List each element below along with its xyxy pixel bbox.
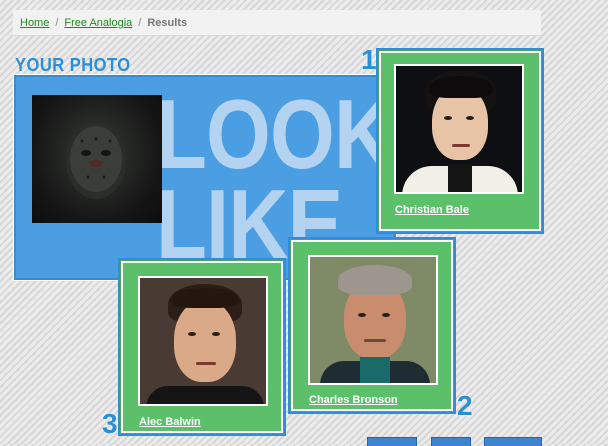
breadcrumb-free-analogia-link[interactable]: Free Analogia (64, 17, 132, 29)
bottom-button-2[interactable] (431, 437, 471, 446)
bottom-button-3[interactable] (484, 437, 542, 446)
rank-number-1: 1 (361, 44, 377, 75)
user-photo (32, 95, 162, 223)
mask-image (66, 123, 126, 199)
match-card-inner: Alec Balwin (120, 260, 284, 434)
match-name-link[interactable]: Christian Bale (395, 204, 469, 216)
bottom-button-1[interactable] (367, 437, 417, 446)
rank-number-2: 2 (457, 390, 473, 421)
match-card-1[interactable]: Christian Bale (376, 48, 544, 234)
match-photo-alec-balwin[interactable] (138, 276, 268, 406)
breadcrumb-home-link[interactable]: Home (20, 17, 49, 29)
breadcrumb: Home / Free Analogia / Results (13, 10, 541, 36)
breadcrumb-separator: / (55, 17, 59, 29)
match-card-inner: Charles Bronson (290, 239, 454, 412)
match-card-2[interactable]: Charles Bronson (288, 237, 456, 414)
breadcrumb-separator: / (138, 17, 142, 29)
match-card-inner: Christian Bale (378, 50, 542, 232)
match-photo-charles-bronson[interactable] (308, 255, 438, 385)
match-photo-christian-bale[interactable] (394, 64, 524, 194)
match-name-link[interactable]: Alec Balwin (139, 416, 201, 428)
match-name-link[interactable]: Charles Bronson (309, 394, 398, 406)
your-photo-title: YOUR PHOTO (15, 55, 131, 75)
breadcrumb-current: Results (147, 17, 188, 29)
rank-number-3: 3 (102, 408, 118, 439)
match-card-3[interactable]: Alec Balwin (118, 258, 286, 436)
